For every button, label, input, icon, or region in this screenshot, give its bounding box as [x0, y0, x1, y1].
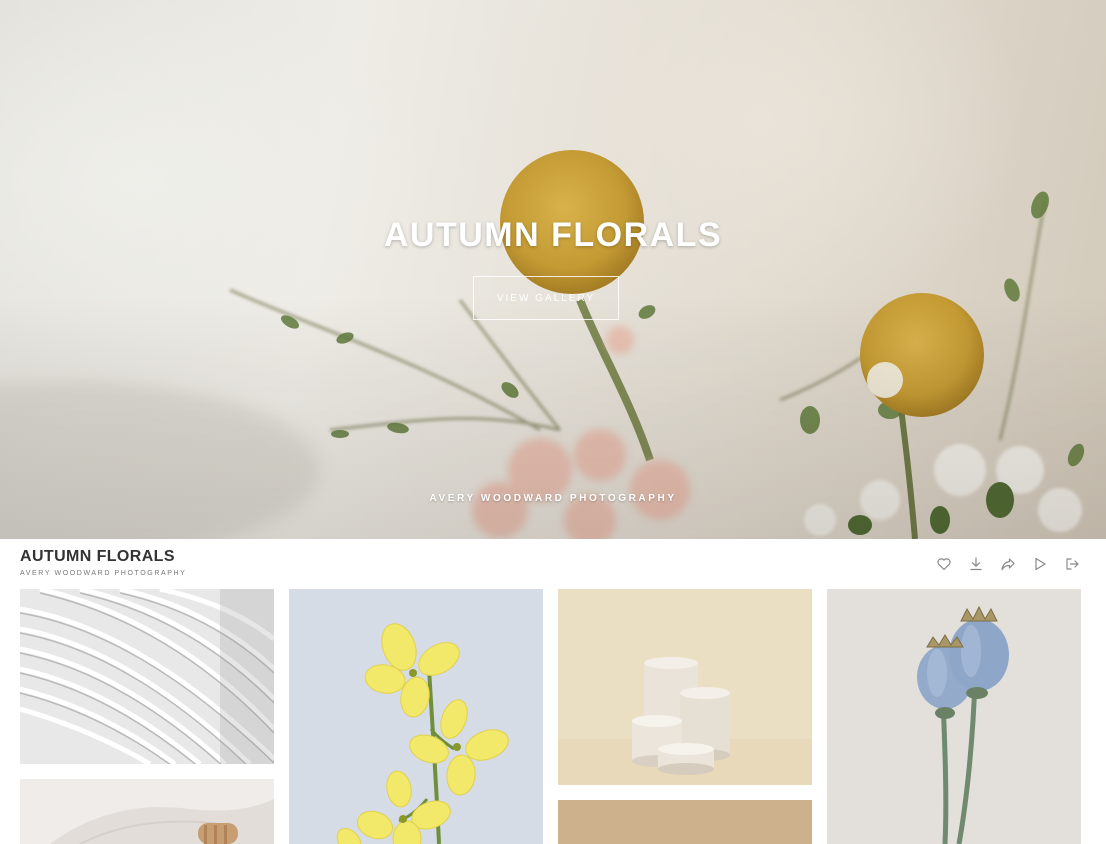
tan-image — [558, 800, 812, 844]
share-icon — [1001, 558, 1015, 571]
gallery-photo-pedestals[interactable] — [558, 589, 812, 785]
exit-button[interactable] — [1062, 555, 1082, 573]
download-button[interactable] — [966, 555, 986, 573]
gallery-photo-poppy-pods[interactable] — [827, 589, 1081, 844]
gallery-subtitle: AVERY WOODWARD PHOTOGRAPHY — [20, 570, 187, 577]
hero-title: AUTUMN FLORALS — [383, 216, 723, 254]
gallery-photo-yellow-flowers[interactable] — [289, 589, 543, 844]
slideshow-button[interactable] — [1030, 555, 1050, 573]
hero-banner: AUTUMN FLORALS VIEW GALLERY AVERY WOODWA… — [0, 0, 1106, 539]
pedestals-image — [558, 589, 812, 785]
gallery-actions — [934, 555, 1082, 573]
gallery-photo-tan[interactable] — [558, 800, 812, 844]
play-icon — [1035, 557, 1046, 571]
favorite-button[interactable] — [934, 555, 954, 573]
gallery-photo-architecture[interactable] — [20, 589, 274, 764]
download-icon — [970, 557, 982, 571]
exit-icon — [1066, 558, 1079, 570]
poppy-pods-image — [827, 589, 1081, 844]
hero-subtitle: AVERY WOODWARD PHOTOGRAPHY — [429, 493, 677, 504]
gallery-title: AUTUMN FLORALS — [20, 548, 175, 565]
share-button[interactable] — [998, 555, 1018, 573]
gallery-photo-linen[interactable] — [20, 779, 274, 844]
yellow-flowers-image — [289, 589, 543, 844]
view-gallery-button[interactable]: VIEW GALLERY — [473, 276, 619, 320]
hero-shade — [0, 0, 1106, 539]
heart-icon — [937, 558, 951, 571]
architecture-image — [20, 589, 274, 764]
linen-image — [20, 779, 274, 844]
